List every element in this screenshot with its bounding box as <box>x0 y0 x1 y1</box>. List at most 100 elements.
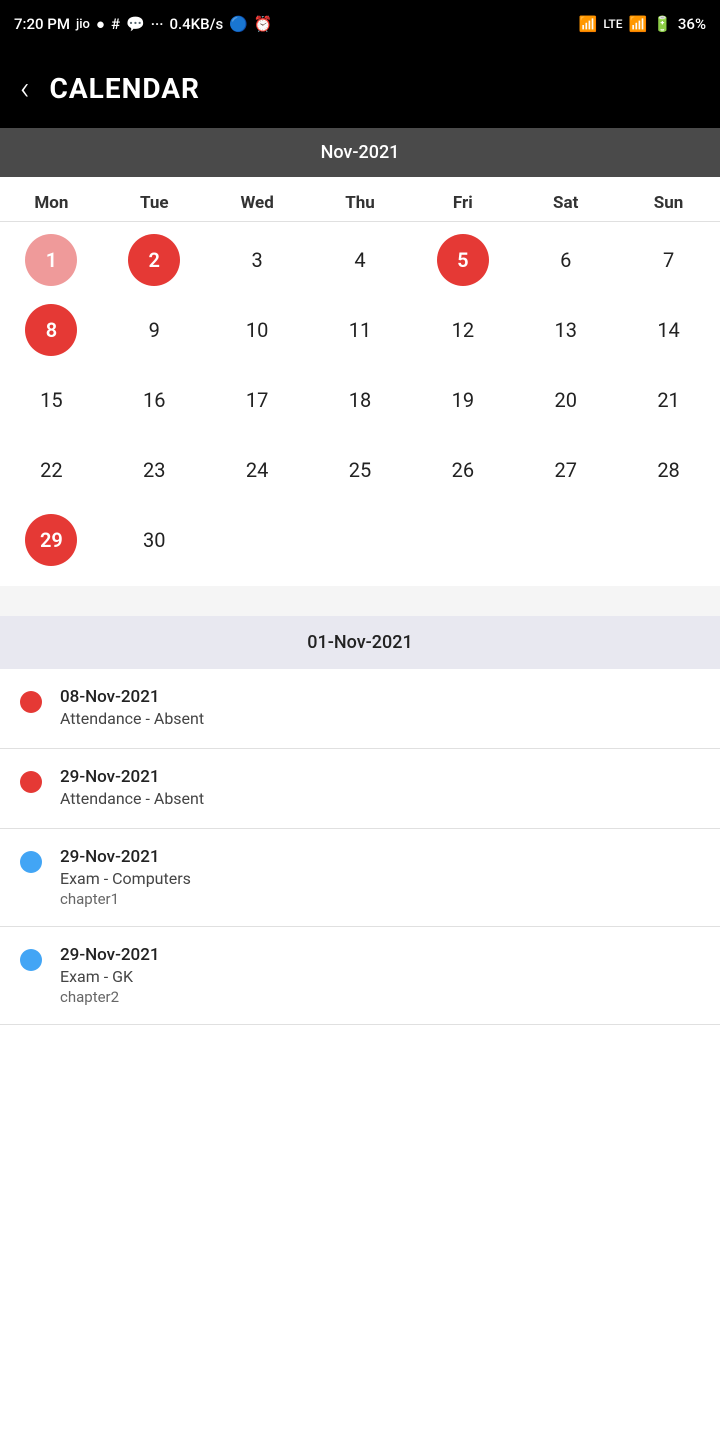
day-number: 14 <box>643 304 695 356</box>
day-number: 25 <box>334 444 386 496</box>
signal-icon: 📶 <box>579 15 598 33</box>
day-cell-24[interactable]: 24 <box>206 440 309 500</box>
day-cell-18[interactable]: 18 <box>309 370 412 430</box>
day-number: 26 <box>437 444 489 496</box>
day-number: 29 <box>25 514 77 566</box>
day-cell-13[interactable]: 13 <box>514 300 617 360</box>
event-content: 29-Nov-2021 Attendance - Absent <box>60 767 204 810</box>
day-number: 2 <box>128 234 180 286</box>
event-date: 08-Nov-2021 <box>60 687 204 707</box>
day-cell-7[interactable]: 7 <box>617 230 720 290</box>
day-cell-21[interactable]: 21 <box>617 370 720 430</box>
event-item-0[interactable]: 08-Nov-2021 Attendance - Absent <box>0 669 720 749</box>
month-label: Nov-2021 <box>321 142 400 163</box>
day-cell-19[interactable]: 19 <box>411 370 514 430</box>
alarm-icon: ⏰ <box>254 15 273 33</box>
bluetooth-icon: 🔵 <box>229 15 248 33</box>
day-number: 9 <box>128 304 180 356</box>
events-list: 08-Nov-2021 Attendance - Absent 29-Nov-2… <box>0 669 720 1025</box>
day-cell-22[interactable]: 22 <box>0 440 103 500</box>
status-left: 7:20 PM jio ● # 💬 ··· 0.4KB/s 🔵 ⏰ <box>14 15 273 33</box>
day-cell-5[interactable]: 5 <box>411 230 514 290</box>
calendar-grid: 1234567891011121314151617181920212223242… <box>0 222 720 586</box>
day-number: 16 <box>128 374 180 426</box>
weekday-mon: Mon <box>0 193 103 213</box>
page-title: CALENDAR <box>50 72 200 105</box>
day-cell-11[interactable]: 11 <box>309 300 412 360</box>
day-cell-14[interactable]: 14 <box>617 300 720 360</box>
signal2-icon: 📶 <box>629 15 648 33</box>
event-date: 29-Nov-2021 <box>60 945 160 965</box>
day-number: 30 <box>128 514 180 566</box>
dots-icon: ··· <box>151 15 164 33</box>
day-number: 20 <box>540 374 592 426</box>
day-number: 10 <box>231 304 283 356</box>
status-bar: 7:20 PM jio ● # 💬 ··· 0.4KB/s 🔵 ⏰ 📶 LTE … <box>0 0 720 48</box>
calendar-container: Mon Tue Wed Thu Fri Sat Sun 123456789101… <box>0 177 720 586</box>
network-speed: 0.4KB/s <box>169 15 223 33</box>
day-number: 6 <box>540 234 592 286</box>
day-cell-25[interactable]: 25 <box>309 440 412 500</box>
day-number: 7 <box>643 234 695 286</box>
day-number: 24 <box>231 444 283 496</box>
event-item-3[interactable]: 29-Nov-2021 Exam - GK chapter2 <box>0 927 720 1025</box>
month-header: Nov-2021 <box>0 128 720 177</box>
day-number: 13 <box>540 304 592 356</box>
event-title: Attendance - Absent <box>60 789 204 808</box>
day-number: 23 <box>128 444 180 496</box>
status-right: 📶 LTE 📶 🔋 36% <box>579 15 706 33</box>
day-cell-23[interactable]: 23 <box>103 440 206 500</box>
day-cell-6[interactable]: 6 <box>514 230 617 290</box>
day-cell-8[interactable]: 8 <box>0 300 103 360</box>
app-header: ‹ CALENDAR <box>0 48 720 128</box>
event-content: 29-Nov-2021 Exam - Computers chapter1 <box>60 847 191 908</box>
event-content: 08-Nov-2021 Attendance - Absent <box>60 687 204 730</box>
events-date-header: 01-Nov-2021 <box>0 616 720 669</box>
day-cell-10[interactable]: 10 <box>206 300 309 360</box>
weekday-sat: Sat <box>514 193 617 213</box>
event-dot-blue <box>20 851 42 873</box>
event-dot-red <box>20 691 42 713</box>
battery-percent: 36% <box>678 15 706 33</box>
day-number: 5 <box>437 234 489 286</box>
weekday-tue: Tue <box>103 193 206 213</box>
day-cell-2[interactable]: 2 <box>103 230 206 290</box>
back-button[interactable]: ‹ <box>20 69 30 107</box>
day-number: 17 <box>231 374 283 426</box>
day-cell-29[interactable]: 29 <box>0 510 103 570</box>
day-number: 4 <box>334 234 386 286</box>
weekday-row: Mon Tue Wed Thu Fri Sat Sun <box>0 177 720 222</box>
lte-icon: LTE <box>603 17 622 31</box>
day-cell-26[interactable]: 26 <box>411 440 514 500</box>
day-number: 19 <box>437 374 489 426</box>
day-cell-20[interactable]: 20 <box>514 370 617 430</box>
day-cell-27[interactable]: 27 <box>514 440 617 500</box>
day-cell-9[interactable]: 9 <box>103 300 206 360</box>
event-item-2[interactable]: 29-Nov-2021 Exam - Computers chapter1 <box>0 829 720 927</box>
day-cell-17[interactable]: 17 <box>206 370 309 430</box>
time-display: 7:20 PM <box>14 15 70 33</box>
grid-icon: # <box>111 15 120 33</box>
weekday-wed: Wed <box>206 193 309 213</box>
day-cell-3[interactable]: 3 <box>206 230 309 290</box>
event-title: Attendance - Absent <box>60 709 204 728</box>
day-cell-15[interactable]: 15 <box>0 370 103 430</box>
event-content: 29-Nov-2021 Exam - GK chapter2 <box>60 945 160 1006</box>
day-cell-16[interactable]: 16 <box>103 370 206 430</box>
day-number: 1 <box>25 234 77 286</box>
day-cell-28[interactable]: 28 <box>617 440 720 500</box>
event-title: Exam - Computers <box>60 869 191 888</box>
day-cell-12[interactable]: 12 <box>411 300 514 360</box>
day-cell-30[interactable]: 30 <box>103 510 206 570</box>
day-number: 22 <box>25 444 77 496</box>
weekday-sun: Sun <box>617 193 720 213</box>
day-number: 21 <box>643 374 695 426</box>
day-cell-1[interactable]: 1 <box>0 230 103 290</box>
jio-icon: jio <box>76 17 90 32</box>
day-number: 3 <box>231 234 283 286</box>
event-item-1[interactable]: 29-Nov-2021 Attendance - Absent <box>0 749 720 829</box>
weekday-fri: Fri <box>411 193 514 213</box>
day-cell-4[interactable]: 4 <box>309 230 412 290</box>
event-date: 29-Nov-2021 <box>60 847 191 867</box>
day-number: 15 <box>25 374 77 426</box>
